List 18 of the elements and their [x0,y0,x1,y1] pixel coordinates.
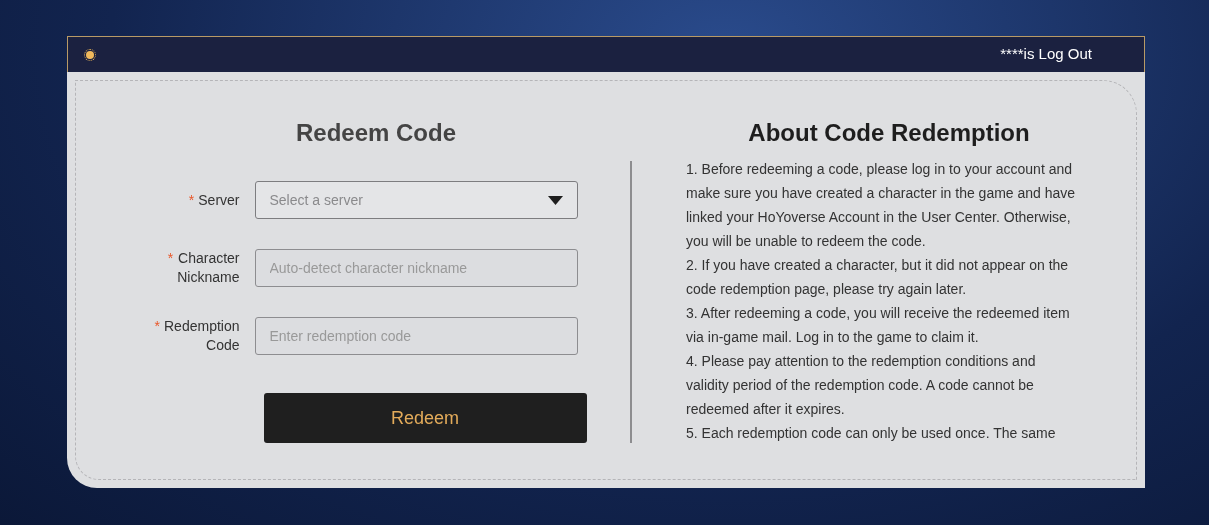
input-field[interactable]: Enter redemption code [254,317,578,355]
field-label: Server [198,190,240,210]
redeem-button[interactable]: Redeem [263,393,587,443]
about-title: About Code Redemption [747,118,1031,148]
field-label: Redemption Code [164,317,240,355]
note-text: 4. Please pay attention to the redemption conditions and validity period of the redemption code. A code cannot be redeemed after it expires. [686,352,1037,419]
caret-icon [547,195,563,205]
note-text: 2. If you have created a character, but it did not appear on the code redemption page, please try again later. [686,256,1070,299]
input-field[interactable]: Auto-detect character nickname [254,249,578,287]
form-title: Redeem Code [294,118,456,148]
note-text: 1. Before redeeming a code, please log in to your account and make sure you have created a character in the game and have linked your HoYoverse Account in the User Center. Otherwise, you will be unable to redeem the code. [686,160,1077,251]
required-marker: * [188,190,195,210]
note-text: 3. After redeeming a code, you will receive the redeemed item via in-game mail. Log in to the game to claim it. [686,304,1071,347]
logout-link[interactable]: ****is Log Out [1000,43,1092,66]
required-marker: * [154,317,160,336]
field-label: Character Nickname [177,249,240,287]
note-text: 5. Each redemption code can only be used once. The same [686,424,1057,443]
required-marker: * [167,249,174,268]
